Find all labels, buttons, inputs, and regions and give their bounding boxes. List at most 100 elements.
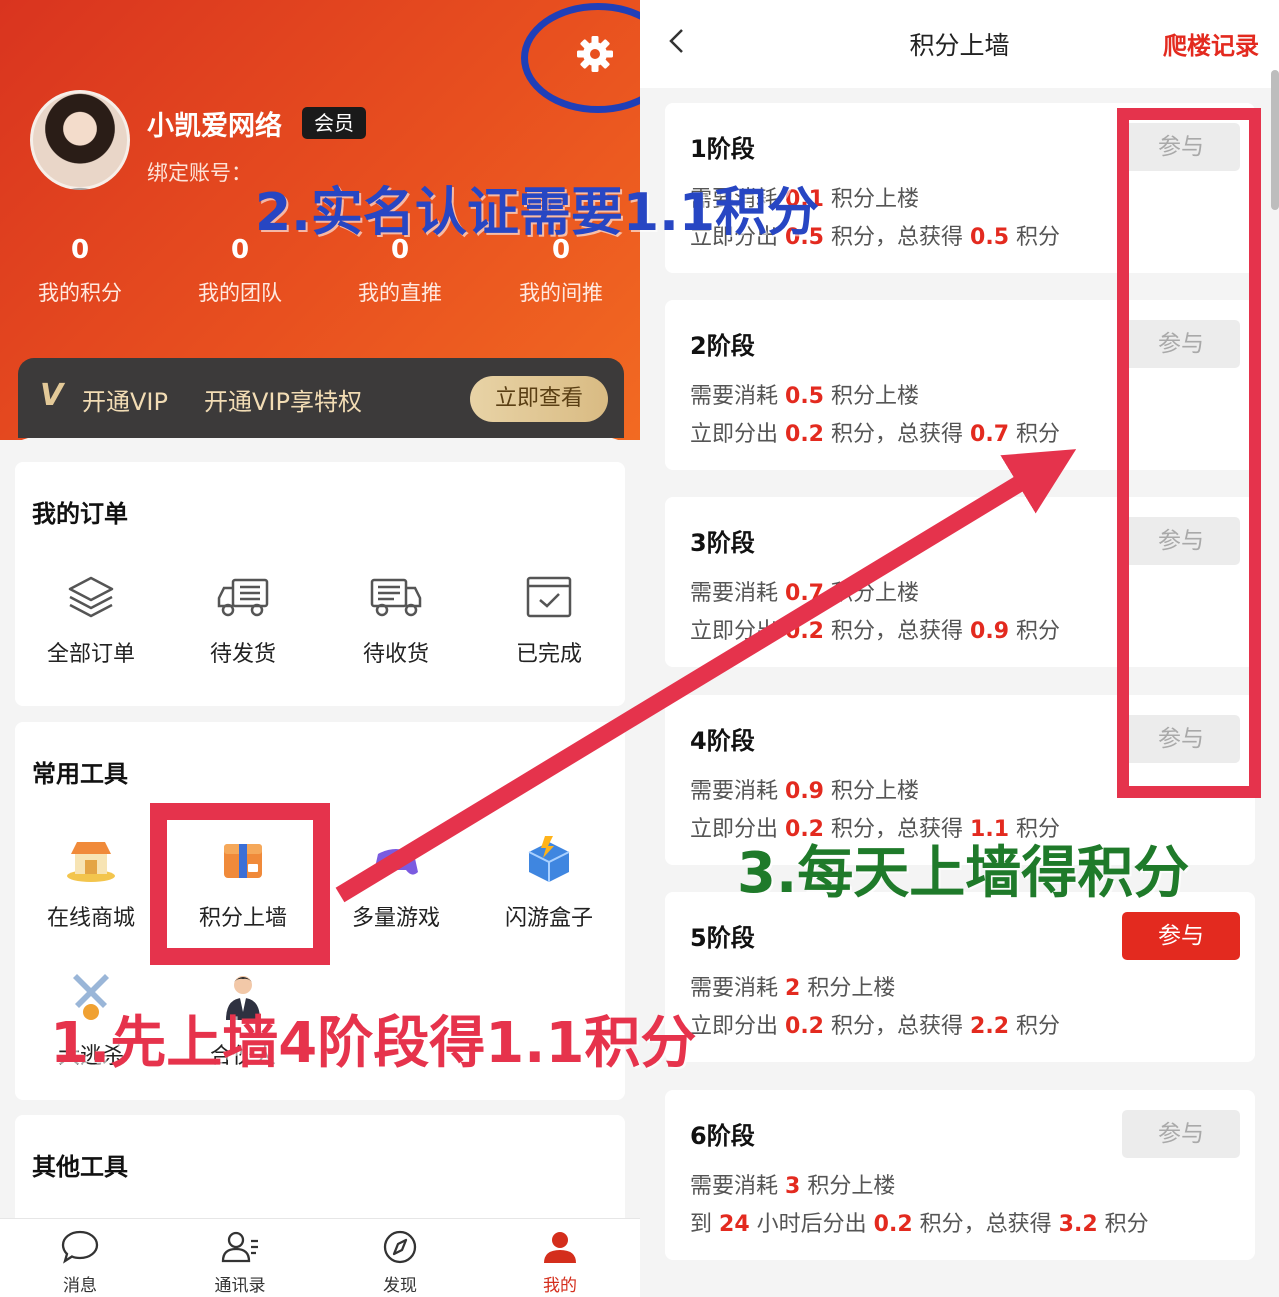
annotation-step-2: 2.实名认证需要1.1积分: [255, 183, 820, 243]
hours-suffix: 小时后分出: [756, 1212, 867, 1237]
total-value: 3.2: [1058, 1212, 1098, 1237]
tools-title: 常用工具: [32, 760, 128, 788]
stat-direct[interactable]: 0 我的直推: [335, 235, 465, 307]
total-value: 2.2: [970, 1014, 1010, 1039]
stat-value: 0: [70, 235, 90, 265]
consume-value: 2: [785, 976, 801, 1001]
annotation-highlight-join-buttons: [1117, 108, 1261, 798]
bind-account-label: 绑定账号：: [147, 161, 252, 185]
tab-label: 消息: [63, 1276, 97, 1296]
layers-icon: [68, 576, 114, 618]
consume-value: 0.5: [785, 384, 824, 409]
split-suffix: 积分，: [919, 1212, 986, 1237]
truck-icon: [217, 578, 269, 617]
avatar[interactable]: [30, 90, 130, 190]
join-button[interactable]: 参与: [1122, 1110, 1240, 1158]
total-suffix: 积分: [1016, 619, 1061, 644]
orders-title: 我的订单: [32, 500, 128, 528]
check-calendar-icon: [526, 576, 572, 618]
stage-card: 5阶段 需要消耗 2 积分上楼 立即分出 0.2 积分，总获得 2.2 积分 参与: [665, 892, 1255, 1062]
consume-value: 0.9: [785, 779, 824, 804]
stage-consume-line: 需要消耗 0.9 积分上楼: [690, 773, 919, 805]
shop-icon: [67, 842, 115, 882]
order-label: 已完成: [515, 642, 582, 667]
total-suffix: 积分: [1104, 1212, 1149, 1237]
tool-label: 多量游戏: [351, 906, 440, 931]
tool-label: 闪游盒子: [504, 906, 593, 931]
tab-label: 发现: [383, 1276, 417, 1296]
split-prefix: 立即分出: [690, 1014, 779, 1039]
consume-prefix: 需要消耗: [690, 779, 779, 804]
scrollbar[interactable]: [1271, 70, 1279, 210]
tab-discover[interactable]: 发现: [340, 1229, 460, 1296]
user-name: 小凯爱网络: [147, 111, 282, 142]
stat-team[interactable]: 0 我的团队: [175, 235, 305, 307]
total-suffix: 积分: [1016, 225, 1061, 250]
stat-points[interactable]: 0 我的积分: [15, 235, 145, 307]
total-prefix: 总获得: [897, 225, 964, 250]
consume-prefix: 需要消耗: [690, 384, 779, 409]
stage-title: 3阶段: [690, 529, 755, 557]
member-badge: 会员: [302, 107, 366, 139]
vip-view-button[interactable]: 立即查看: [470, 376, 608, 422]
consume-suffix: 积分上楼: [831, 187, 920, 212]
order-label: 待收货: [362, 642, 429, 667]
consume-suffix: 积分上楼: [807, 976, 896, 1001]
order-label: 待发货: [209, 642, 276, 667]
order-all[interactable]: 全部订单: [15, 574, 167, 668]
other-tools-card: 其他工具: [15, 1115, 625, 1225]
total-prefix: 总获得: [897, 422, 964, 447]
vip-logo-icon: V: [40, 378, 64, 413]
split-suffix: 积分，: [831, 422, 898, 447]
gamepad-icon: [374, 849, 418, 875]
total-value: 0.5: [970, 225, 1010, 250]
tab-label: 通讯录: [214, 1276, 266, 1296]
stage-split-line: 立即分出 0.2 积分，总获得 2.2 积分: [690, 1008, 1060, 1040]
tab-messages[interactable]: 消息: [20, 1229, 140, 1296]
tool-flash-box[interactable]: 闪游盒子: [473, 834, 625, 932]
tool-shop[interactable]: 在线商城: [15, 834, 167, 932]
stage-title: 4阶段: [690, 727, 755, 755]
annotation-step-3: 3.每天上墙得积分: [737, 841, 1190, 906]
total-prefix: 总获得: [897, 619, 964, 644]
consume-value: 0.7: [785, 581, 824, 606]
tab-contacts[interactable]: 通讯录: [180, 1229, 300, 1296]
order-completed[interactable]: 已完成: [473, 574, 625, 668]
stat-label: 我的团队: [198, 281, 282, 305]
compass-icon: [383, 1230, 417, 1264]
split-value: 0.2: [785, 422, 824, 447]
total-value: 0.7: [970, 422, 1010, 447]
climb-record-link[interactable]: 爬楼记录: [1163, 26, 1259, 61]
tool-games[interactable]: 多量游戏: [320, 834, 472, 932]
stat-indirect[interactable]: 0 我的间推: [496, 235, 626, 307]
tool-label: 在线商城: [46, 906, 135, 931]
order-pending-receive[interactable]: 待收货: [320, 574, 472, 668]
stage-card: 6阶段 需要消耗 3 积分上楼到 24 小时后分出 0.2 积分，总获得 3.2 …: [665, 1090, 1255, 1260]
total-suffix: 积分: [1016, 1014, 1061, 1039]
order-pending-ship[interactable]: 待发货: [167, 574, 319, 668]
stage-split-line: 到 24 小时后分出 0.2 积分，总获得 3.2 积分: [690, 1206, 1149, 1238]
user-icon: [544, 1232, 576, 1263]
game-box-icon: [528, 836, 570, 882]
orders-card: 我的订单 全部订单 待发货 待收货 已完成: [15, 462, 625, 706]
tab-label: 我的: [543, 1276, 577, 1296]
annotation-highlight-points-wall: [150, 803, 330, 965]
stage-split-line: 立即分出 0.2 积分，总获得 0.9 积分: [690, 613, 1060, 645]
join-button[interactable]: 参与: [1122, 912, 1240, 960]
split-prefix: 立即分出: [690, 619, 779, 644]
delivery-truck-icon: [370, 578, 422, 617]
vip-description: 开通VIP享特权: [204, 388, 362, 416]
consume-suffix: 积分上楼: [807, 1174, 896, 1199]
vip-banner[interactable]: V 开通VIP 开通VIP享特权 立即查看: [18, 358, 624, 438]
split-value: 0.2: [785, 1014, 824, 1039]
annotation-step-1: 1.先上墙4阶段得1.1积分: [50, 1011, 697, 1076]
chat-bubble-icon: [61, 1230, 99, 1264]
order-label: 全部订单: [46, 642, 135, 667]
split-prefix: 立即分出: [690, 422, 779, 447]
consume-prefix: 需要消耗: [690, 1174, 779, 1199]
tab-me[interactable]: 我的: [500, 1229, 620, 1296]
total-suffix: 积分: [1016, 422, 1061, 447]
stage-title: 1阶段: [690, 135, 755, 163]
bottom-tab-bar: 消息 通讯录 发现 我的: [0, 1218, 640, 1297]
stage-consume-line: 需要消耗 0.5 积分上楼: [690, 378, 919, 410]
